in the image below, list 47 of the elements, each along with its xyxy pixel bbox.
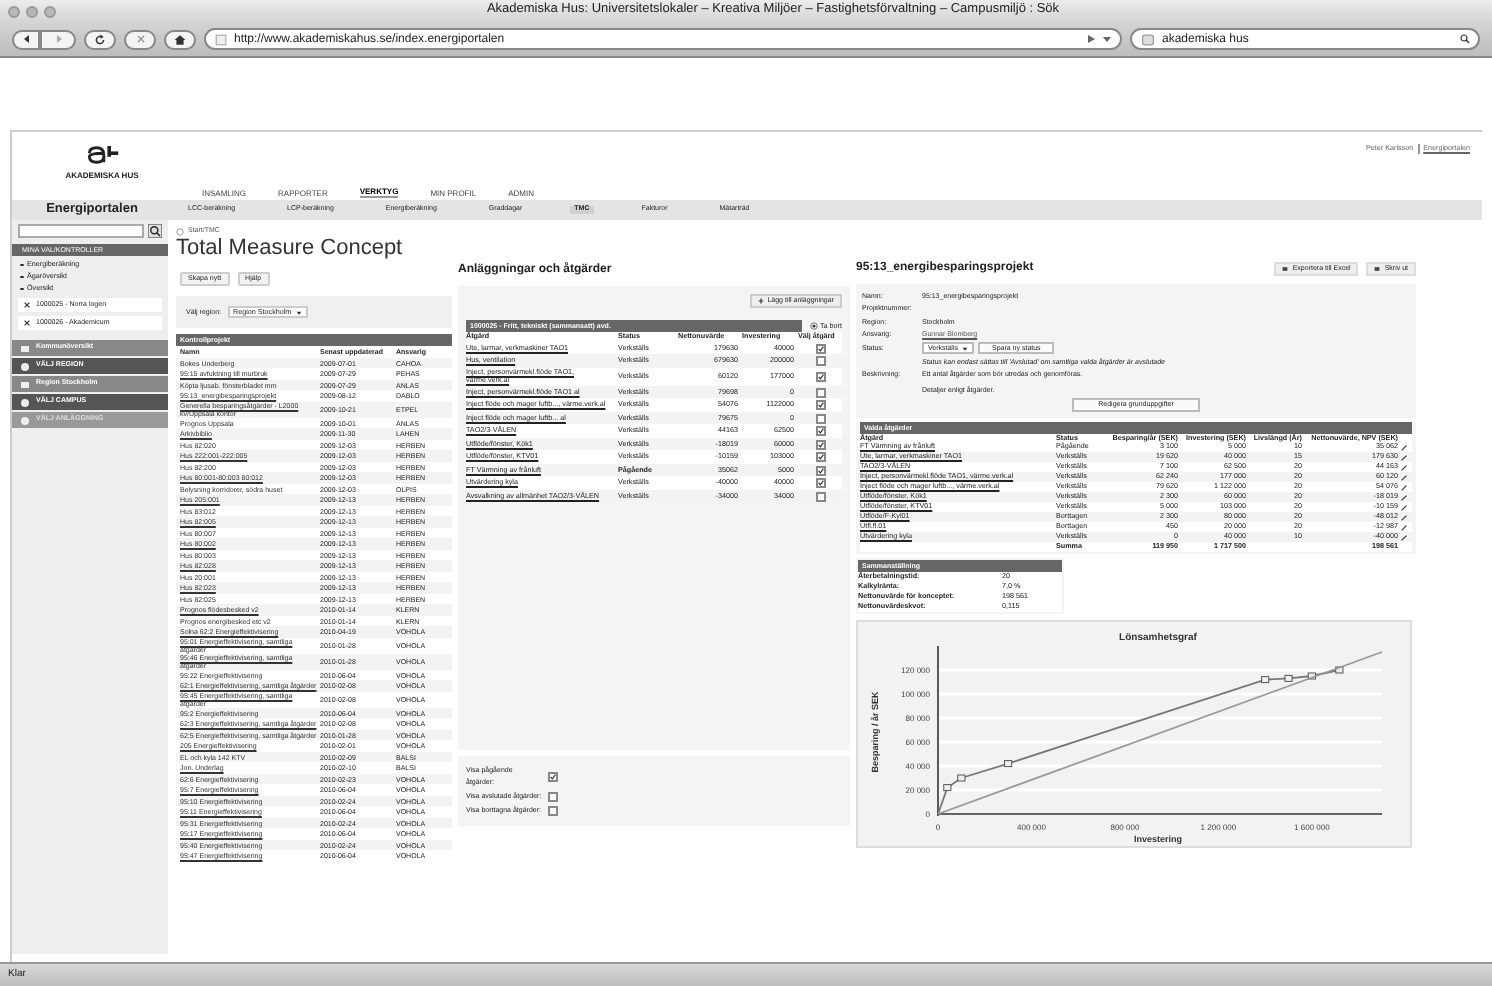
search-engine-icon xyxy=(1140,33,1156,45)
reload-icon xyxy=(94,33,106,45)
house-icon xyxy=(174,33,186,45)
plus-icon xyxy=(757,298,764,305)
page-icon xyxy=(214,33,228,45)
checkbox[interactable] xyxy=(815,343,825,353)
checkbox[interactable] xyxy=(815,426,825,436)
forward-arrow-icon xyxy=(53,34,63,44)
checkbox[interactable] xyxy=(815,465,825,475)
search-icon[interactable] xyxy=(148,224,162,238)
data-point xyxy=(943,784,952,792)
data-point xyxy=(1307,673,1316,680)
close-icon xyxy=(135,34,145,44)
checkbox[interactable] xyxy=(815,356,825,366)
data-point xyxy=(957,775,966,782)
checkbox[interactable] xyxy=(815,387,825,397)
data-point xyxy=(1261,676,1270,684)
checkbox[interactable] xyxy=(815,371,825,382)
checkbox[interactable] xyxy=(815,491,825,501)
dropdown-icon[interactable] xyxy=(1102,34,1112,44)
data-point xyxy=(1004,760,1013,768)
checkbox[interactable] xyxy=(815,439,825,449)
circle-icon xyxy=(20,415,30,425)
sidebar-search-field[interactable] xyxy=(18,224,144,238)
checkbox[interactable] xyxy=(815,413,825,423)
caret-icon xyxy=(961,345,968,352)
caret-icon xyxy=(295,309,302,316)
logo-icon xyxy=(84,144,120,166)
reload-button[interactable] xyxy=(84,29,116,49)
page-title: Total Measure Concept xyxy=(176,236,405,261)
back-arrow-icon xyxy=(21,34,31,44)
circle-icon xyxy=(20,361,30,371)
play-icon[interactable] xyxy=(1086,34,1096,44)
back-button[interactable] xyxy=(12,29,40,49)
data-point xyxy=(1284,675,1293,683)
checkbox[interactable] xyxy=(815,400,825,410)
checkbox[interactable] xyxy=(815,478,825,488)
home-button[interactable] xyxy=(164,29,196,49)
data-point xyxy=(1335,667,1344,674)
checkbox[interactable] xyxy=(548,791,558,802)
close-icon[interactable] xyxy=(24,302,30,308)
close-icon[interactable] xyxy=(24,320,30,326)
checkbox[interactable] xyxy=(548,772,558,782)
search-icon[interactable] xyxy=(1460,34,1470,44)
circle-icon xyxy=(20,397,30,407)
checkbox[interactable] xyxy=(815,452,825,462)
checkbox[interactable] xyxy=(548,806,558,817)
